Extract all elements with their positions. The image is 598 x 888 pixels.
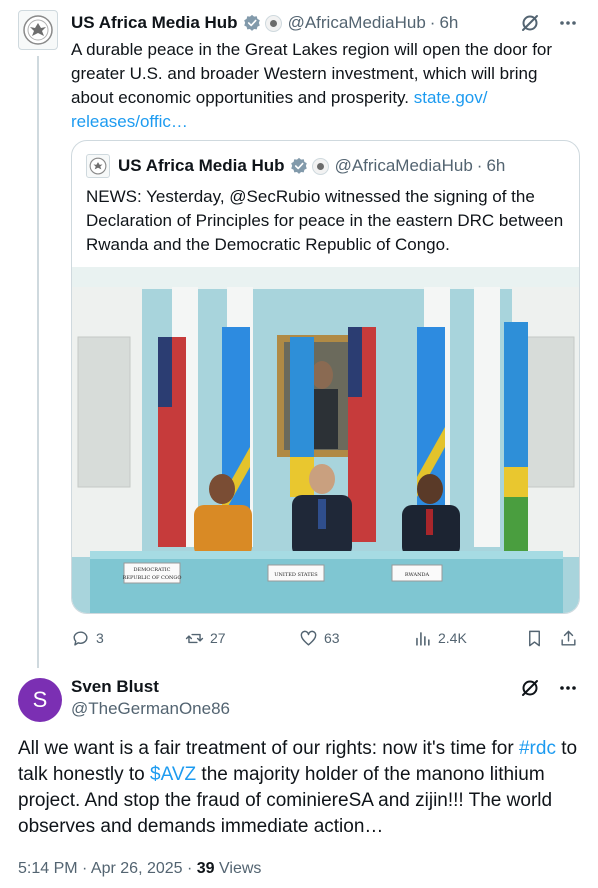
- bookmark-icon: [529, 630, 540, 646]
- author-avatar[interactable]: [18, 10, 58, 50]
- quoted-tweet-text: NEWS: Yesterday, @SecRubio witnessed the…: [86, 187, 564, 254]
- cashtag-link[interactable]: $AVZ: [150, 764, 196, 785]
- header-actions: [520, 678, 578, 698]
- views-button[interactable]: 2.4K: [413, 626, 467, 650]
- views-label: Views: [214, 860, 262, 877]
- placard-rwanda: RWANDA: [405, 572, 430, 578]
- separator: ·: [429, 13, 436, 32]
- reply-icon: [73, 630, 88, 646]
- repost-count: 27: [210, 630, 226, 646]
- state-department-seal-icon: [89, 157, 107, 175]
- placard-us: UNITED STATES: [274, 572, 318, 578]
- tweet-header: US Africa Media Hub @AfricaMediaHub · 6h: [71, 12, 578, 34]
- header-actions: [520, 12, 578, 34]
- quoted-tweet-header: US Africa Media Hub @AfricaMediaHub · 6h: [86, 154, 505, 178]
- bookmark-button[interactable]: [525, 626, 544, 650]
- signing-ceremony-photo[interactable]: DEMOCRATIC REPUBLIC OF CONGO UNITED STAT…: [72, 267, 580, 614]
- more-options-icon[interactable]: [558, 13, 578, 33]
- repost-icon: [185, 633, 204, 643]
- government-affiliation-icon[interactable]: [311, 157, 329, 175]
- quoted-author-handle[interactable]: @AfricaMediaHub: [335, 156, 473, 176]
- author-handle[interactable]: @TheGermanOne86: [71, 699, 230, 719]
- government-affiliation-icon[interactable]: [264, 14, 282, 32]
- author-name[interactable]: US Africa Media Hub: [71, 13, 238, 33]
- share-button[interactable]: [559, 626, 578, 650]
- author-handle[interactable]: @AfricaMediaHub: [288, 13, 426, 33]
- verified-badge-icon[interactable]: [243, 14, 261, 32]
- tweet-metadata: 5:14 PM · Apr 26, 2025 · 39 Views: [18, 860, 261, 878]
- separator: ·: [476, 156, 483, 175]
- quoted-tweet-time[interactable]: 6h: [486, 156, 505, 176]
- repost-button[interactable]: 27: [185, 626, 226, 650]
- share-icon: [561, 630, 576, 646]
- user-avatar[interactable]: S: [18, 678, 62, 722]
- placard-drc-line2: REPUBLIC OF CONGO: [123, 575, 182, 581]
- tweet-actions-bar: 3 27 63 2.4K: [71, 626, 581, 650]
- view-count: 2.4K: [438, 630, 467, 646]
- quoted-tweet-card[interactable]: US Africa Media Hub @AfricaMediaHub · 6h…: [71, 140, 580, 614]
- state-department-seal-icon: [23, 15, 53, 45]
- tweet-body-part1: All we want is a fair treatment of our r…: [18, 738, 519, 759]
- grok-icon[interactable]: [520, 678, 540, 698]
- hashtag-link[interactable]: #rdc: [519, 738, 556, 759]
- verified-badge-icon[interactable]: [290, 157, 308, 175]
- placard-drc-line1: DEMOCRATIC: [134, 567, 171, 573]
- more-options-icon[interactable]: [558, 678, 578, 698]
- tweet-timestamp[interactable]: 5:14 PM · Apr 26, 2025 ·: [18, 860, 197, 877]
- quoted-author-name[interactable]: US Africa Media Hub: [118, 156, 285, 176]
- thread-connector-line: [37, 56, 39, 668]
- reply-count: 3: [96, 630, 104, 646]
- tweet-time[interactable]: 6h: [439, 13, 458, 33]
- author-name[interactable]: Sven Blust: [71, 677, 159, 697]
- tweet-text: All we want is a fair treatment of our r…: [18, 736, 583, 840]
- like-count: 63: [324, 630, 340, 646]
- grok-icon[interactable]: [520, 13, 540, 33]
- views-count: 39: [196, 860, 215, 877]
- heart-icon: [300, 630, 317, 646]
- like-button[interactable]: 63: [299, 626, 340, 650]
- analytics-icon: [416, 631, 430, 646]
- reply-button[interactable]: 3: [71, 626, 104, 650]
- quoted-author-avatar[interactable]: [86, 154, 110, 178]
- tweet-text: A durable peace in the Great Lakes regio…: [71, 38, 581, 134]
